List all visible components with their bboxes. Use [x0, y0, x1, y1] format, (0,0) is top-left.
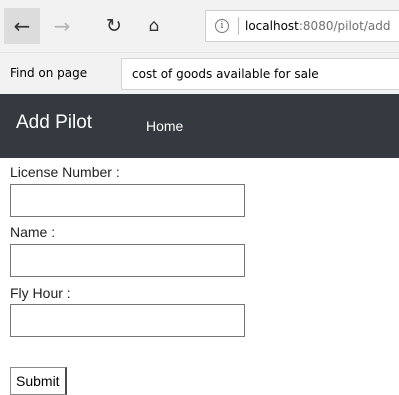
app-navbar: Add Pilot Home	[0, 94, 399, 158]
forward-button[interactable]: →	[44, 8, 80, 44]
find-bar: Find on page cost of goods available for…	[0, 52, 399, 94]
address-separator	[238, 17, 239, 35]
refresh-button[interactable]: ↻	[96, 8, 132, 44]
fly-hour-label: Fly Hour :	[10, 285, 71, 301]
address-bar[interactable]: i localhost:8080/pilot/add	[205, 10, 399, 42]
forward-arrow-icon: →	[53, 14, 71, 38]
home-button[interactable]: ⌂	[136, 8, 172, 44]
submit-button[interactable]: Submit	[10, 367, 67, 395]
license-number-label: License Number :	[10, 164, 120, 180]
navbar-brand[interactable]: Add Pilot	[16, 112, 92, 134]
back-button[interactable]: ←	[4, 8, 40, 44]
home-icon: ⌂	[148, 16, 160, 36]
find-label: Find on page	[10, 66, 88, 80]
name-label: Name :	[10, 224, 56, 240]
url-path: :8080/pilot/add	[298, 19, 391, 33]
name-input[interactable]	[10, 244, 245, 277]
browser-toolbar: ← → ↻ ⌂ i localhost:8080/pilot/add	[0, 0, 399, 52]
url-host: localhost	[245, 19, 299, 33]
refresh-icon: ↻	[106, 15, 122, 37]
nav-home-link[interactable]: Home	[146, 118, 183, 134]
find-input[interactable]: cost of goods available for sale	[121, 58, 399, 90]
license-number-input[interactable]	[10, 184, 245, 217]
info-icon[interactable]: i	[215, 19, 229, 33]
back-arrow-icon: ←	[13, 14, 31, 38]
fly-hour-input[interactable]	[10, 304, 245, 337]
